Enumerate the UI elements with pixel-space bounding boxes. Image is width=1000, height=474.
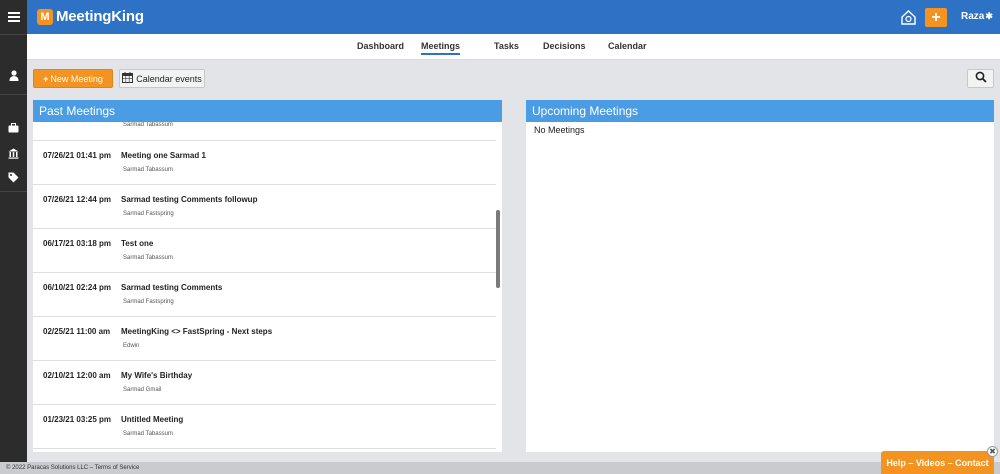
tab-dashboard[interactable]: Dashboard	[357, 41, 404, 51]
meeting-owner: Sarmad Fastspring	[123, 211, 174, 217]
empty-state-text: No Meetings	[534, 125, 585, 135]
plus-icon: +	[43, 73, 49, 84]
meeting-title[interactable]: Untitled Meeting	[121, 415, 183, 424]
list-item[interactable]: 02/25/21 11:00 am MeetingKing <> FastSpr…	[33, 317, 496, 361]
past-meetings-panel: Past Meetings Sarmad Tabassum 07/26/21 0…	[33, 100, 502, 452]
past-meetings-list[interactable]: Sarmad Tabassum 07/26/21 01:41 pm Meetin…	[33, 122, 502, 452]
list-item[interactable]: 02/10/21 12:00 am My Wife's Birthday Sar…	[33, 361, 496, 405]
new-meeting-button[interactable]: + New Meeting	[33, 69, 113, 88]
meeting-owner: Sarmad Gmail	[123, 387, 162, 393]
list-item[interactable]: 06/10/21 02:24 pm Sarmad testing Comment…	[33, 273, 496, 317]
user-menu[interactable]: Raza ✱	[961, 11, 993, 22]
meeting-date: 01/23/21 03:25 pm	[43, 415, 112, 424]
gear-icon: ✱	[985, 11, 993, 21]
top-bar: M MeetingKing + Raza ✱	[0, 0, 1000, 34]
meeting-date: 02/10/21 12:00 am	[43, 371, 111, 380]
meeting-date: 06/17/21 03:18 pm	[43, 239, 112, 248]
list-item[interactable]: 07/26/21 01:41 pm Meeting one Sarmad 1 S…	[33, 141, 496, 185]
calendar-events-label: Calendar events	[136, 73, 202, 84]
bank-icon[interactable]	[0, 142, 27, 164]
logo-mark: M	[37, 8, 53, 25]
tab-tasks[interactable]: Tasks	[494, 41, 519, 51]
meeting-owner: Sarmad Fastspring	[123, 299, 174, 305]
tab-calendar[interactable]: Calendar	[608, 41, 647, 51]
meeting-title[interactable]: My Wife's Birthday	[121, 371, 192, 380]
tab-decisions[interactable]: Decisions	[543, 41, 586, 51]
past-meetings-title: Past Meetings	[33, 100, 502, 122]
meeting-title[interactable]: Test one	[121, 239, 153, 248]
search-button[interactable]	[967, 69, 994, 88]
app-logo[interactable]: M MeetingKing	[37, 8, 144, 25]
calendar-icon	[122, 72, 134, 85]
quick-add-button[interactable]: +	[925, 8, 947, 27]
list-item[interactable]: 06/17/21 03:18 pm Test one Sarmad Tabass…	[33, 229, 496, 273]
meeting-title[interactable]: Meeting one Sarmad 1	[121, 151, 206, 160]
tag-icon[interactable]	[0, 166, 27, 188]
meeting-owner: Sarmad Tabassum	[123, 431, 173, 437]
main-nav: Dashboard Meetings Tasks Decisions Calen…	[27, 34, 1000, 60]
meeting-owner: Sarmad Tabassum	[123, 255, 173, 261]
meeting-date: 06/10/21 02:24 pm	[43, 283, 112, 292]
notification-icon[interactable]	[899, 8, 918, 27]
meeting-owner: Sarmad Tabassum	[123, 167, 173, 173]
search-icon	[975, 71, 987, 86]
plus-icon: +	[931, 9, 941, 26]
meeting-date: 07/26/21 12:44 pm	[43, 195, 112, 204]
list-item[interactable]: 01/23/21 03:25 pm Untitled Meeting Sarma…	[33, 405, 496, 449]
user-icon[interactable]	[0, 64, 27, 86]
meeting-owner: Sarmad Tabassum	[123, 122, 173, 128]
new-meeting-label: New Meeting	[50, 73, 103, 84]
meeting-owner: Edwin	[123, 343, 140, 349]
meeting-title[interactable]: Sarmad testing Comments	[121, 283, 222, 292]
meeting-title[interactable]: MeetingKing <> FastSpring - Next steps	[121, 327, 272, 336]
logo-text: MeetingKing	[56, 8, 144, 25]
footer[interactable]: © 2022 Paracas Solutions LLC – Terms of …	[0, 462, 1000, 474]
upcoming-meetings-title: Upcoming Meetings	[526, 100, 994, 122]
close-icon[interactable]: ✖	[987, 446, 998, 457]
calendar-events-button[interactable]: Calendar events	[119, 69, 205, 88]
menu-icon[interactable]	[0, 0, 27, 34]
meeting-date: 07/26/21 01:41 pm	[43, 151, 112, 160]
meeting-title[interactable]: Sarmad testing Comments followup	[121, 195, 257, 204]
upcoming-meetings-panel: Upcoming Meetings No Meetings	[526, 100, 994, 452]
past-meetings-scrollbar[interactable]	[496, 210, 500, 288]
tab-meetings[interactable]: Meetings	[421, 41, 461, 55]
briefcase-icon[interactable]	[0, 117, 27, 139]
meeting-date: 02/25/21 11:00 am	[43, 327, 111, 336]
user-name: Raza	[961, 11, 985, 22]
list-item[interactable]: 07/26/21 12:44 pm Sarmad testing Comment…	[33, 185, 496, 229]
help-button[interactable]: Help – Videos – Contact	[881, 451, 994, 474]
left-rail	[0, 34, 27, 464]
